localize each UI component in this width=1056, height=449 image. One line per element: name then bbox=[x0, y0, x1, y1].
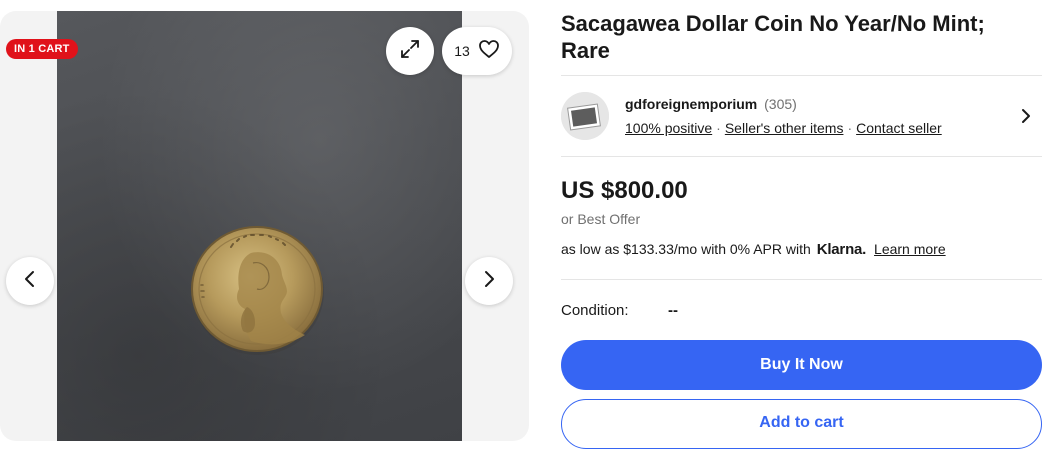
condition-value: -- bbox=[668, 302, 678, 319]
heart-icon bbox=[478, 39, 500, 64]
expand-image-button[interactable] bbox=[386, 27, 434, 75]
watchlist-button[interactable]: 13 bbox=[442, 27, 512, 75]
previous-image-button[interactable] bbox=[6, 257, 54, 305]
buy-it-now-button[interactable]: Buy It Now bbox=[561, 340, 1042, 390]
seller-info: gdforeignemporium (305) bbox=[625, 96, 797, 112]
positive-feedback-link[interactable]: 100% positive bbox=[625, 120, 712, 136]
divider bbox=[561, 75, 1042, 76]
best-offer-text: or Best Offer bbox=[561, 211, 641, 227]
sellers-other-items-link[interactable]: Seller's other items bbox=[725, 120, 844, 136]
in-cart-badge: IN 1 CART bbox=[6, 39, 78, 59]
seller-details-button[interactable] bbox=[1018, 106, 1034, 126]
separator: · bbox=[716, 120, 721, 136]
divider bbox=[561, 279, 1042, 280]
next-image-button[interactable] bbox=[465, 257, 513, 305]
seller-avatar[interactable] bbox=[561, 92, 609, 140]
chevron-right-icon bbox=[1018, 109, 1034, 130]
seller-name[interactable]: gdforeignemporium bbox=[625, 96, 757, 112]
image-gallery: IN 1 CART 13 bbox=[0, 11, 529, 441]
seller-links: 100% positive · Seller's other items · Conta… bbox=[625, 120, 942, 136]
coin-image bbox=[189, 223, 327, 358]
chevron-left-icon bbox=[23, 269, 37, 294]
add-to-cart-button[interactable]: Add to cart bbox=[561, 399, 1042, 449]
klarna-logo: Klarna. bbox=[816, 241, 867, 258]
price: US $800.00 bbox=[561, 177, 688, 204]
klarna-text: as low as $133.33/mo with 0% APR with bbox=[561, 241, 811, 257]
learn-more-link[interactable]: Learn more bbox=[874, 241, 946, 257]
listing-title: Sacagawea Dollar Coin No Year/No Mint; R… bbox=[561, 11, 985, 63]
chevron-right-icon bbox=[482, 269, 496, 294]
watch-count: 13 bbox=[454, 43, 470, 59]
seller-feedback-score: (305) bbox=[764, 96, 797, 112]
expand-icon bbox=[399, 38, 421, 65]
separator: · bbox=[847, 120, 853, 136]
klarna-financing: as low as $133.33/mo with 0% APR with Kl… bbox=[561, 241, 946, 258]
condition-label: Condition: bbox=[561, 302, 629, 319]
contact-seller-link[interactable]: Contact seller bbox=[856, 120, 942, 136]
divider bbox=[561, 156, 1042, 157]
product-photo[interactable] bbox=[57, 11, 462, 441]
